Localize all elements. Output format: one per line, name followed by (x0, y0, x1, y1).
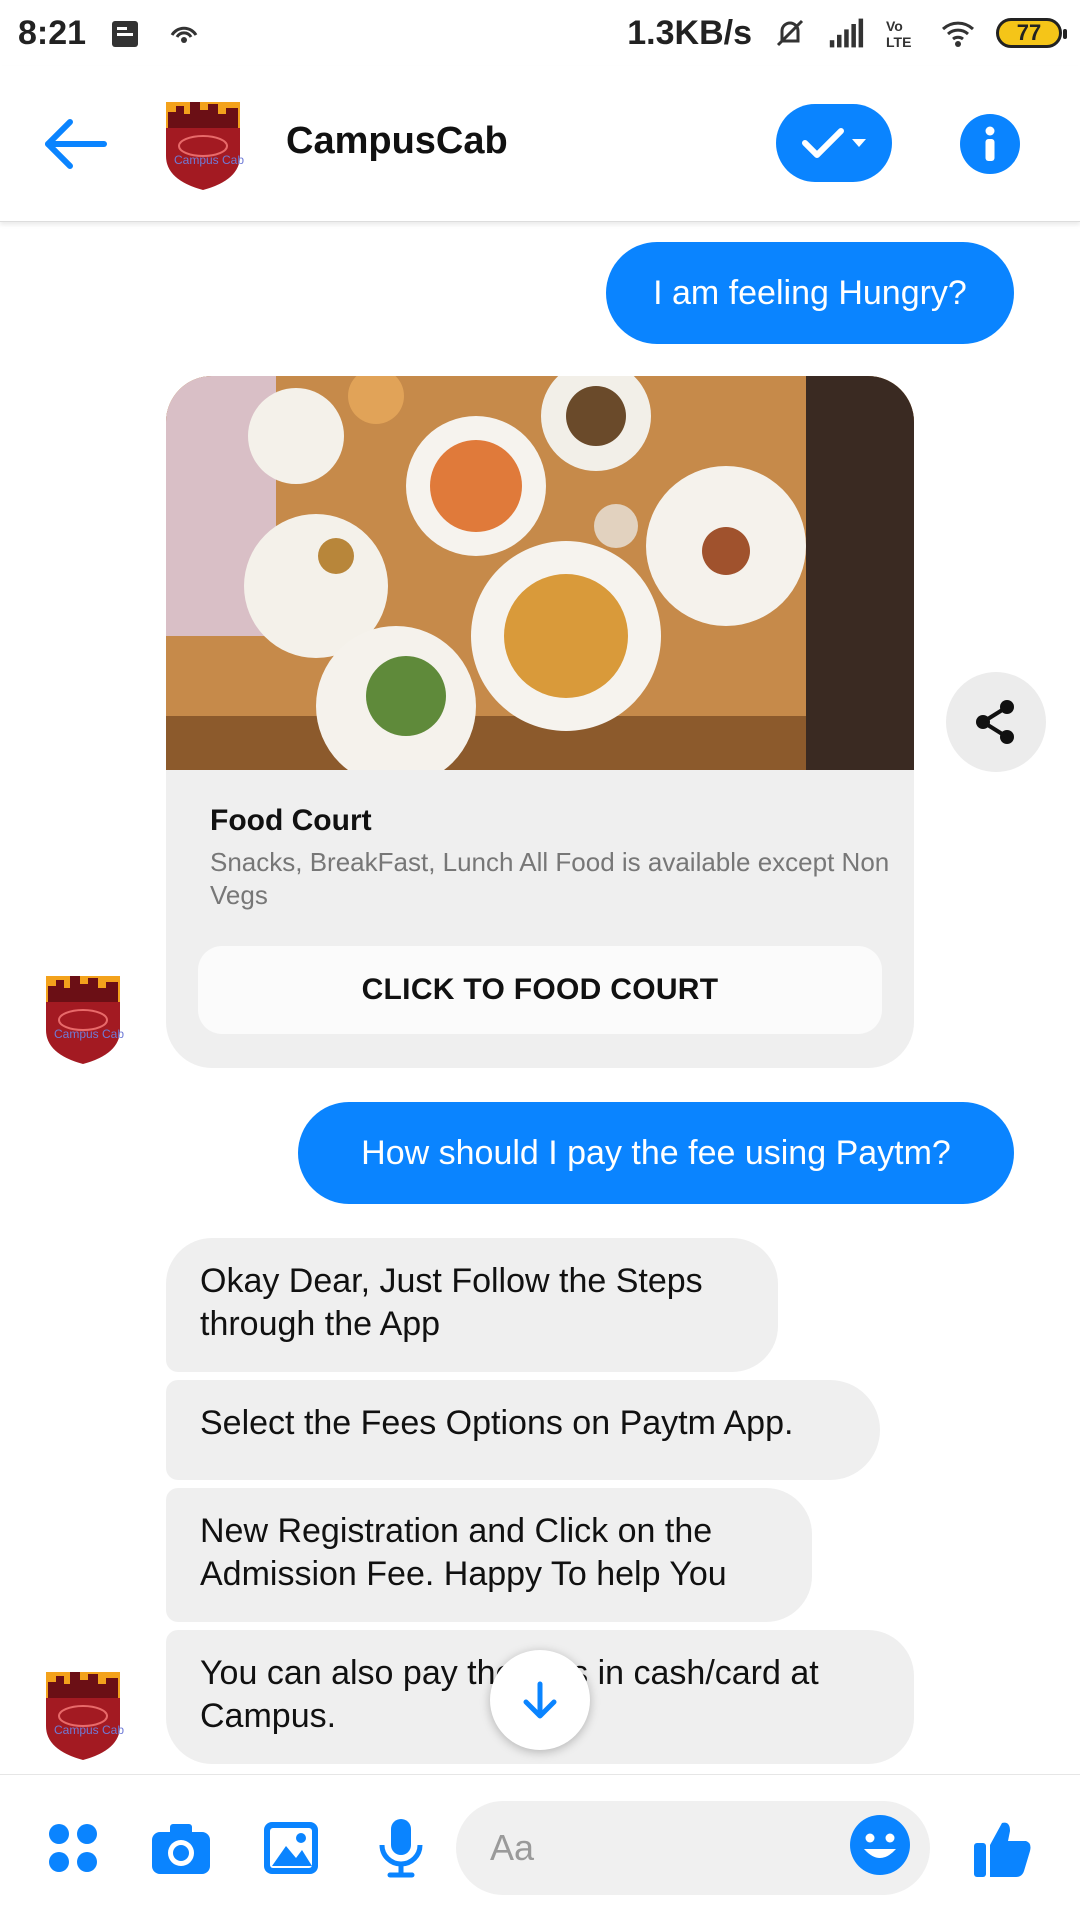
chat-title[interactable]: CampusCab (286, 120, 508, 163)
network-speed: 1.3KB/s (627, 13, 752, 52)
logo-text: Campus Cab (174, 153, 244, 167)
share-icon (976, 700, 1014, 744)
emoji-icon[interactable] (848, 1813, 912, 1877)
microphone-button[interactable] (368, 1815, 434, 1881)
food-image[interactable] (166, 376, 914, 770)
volte-icon: VoLTE (886, 18, 911, 50)
like-button[interactable] (970, 1815, 1036, 1881)
camera-icon (152, 1824, 210, 1874)
verified-dropdown-button[interactable] (776, 104, 892, 182)
wifi-icon (941, 21, 975, 47)
svg-text:LTE: LTE (886, 34, 911, 50)
incoming-message[interactable]: Select the Fees Options on Paytm App. (166, 1380, 880, 1480)
gallery-icon (264, 1822, 318, 1874)
food-court-card: Food Court Snacks, BreakFast, Lunch All … (166, 376, 914, 1068)
apps-button[interactable] (40, 1815, 106, 1881)
info-button[interactable] (960, 114, 1020, 174)
card-title: Food Court (210, 804, 372, 837)
back-arrow-icon[interactable] (40, 114, 110, 174)
hotspot-icon (170, 26, 198, 43)
checkmark-icon (802, 128, 844, 158)
share-button[interactable] (946, 672, 1046, 772)
notification-icon (112, 21, 139, 47)
incoming-message[interactable]: Okay Dear, Just Follow the Steps through… (166, 1238, 778, 1372)
outgoing-message[interactable]: I am feeling Hungry? (606, 242, 1014, 344)
info-icon (985, 126, 995, 161)
apps-icon (49, 1824, 97, 1872)
mute-icon (776, 19, 804, 47)
bot-avatar[interactable]: Campus Cab (40, 970, 126, 1066)
outgoing-message[interactable]: How should I pay the fee using Paytm? (298, 1102, 1014, 1204)
logo-text: Campus Cab (54, 1723, 124, 1737)
camera-button[interactable] (148, 1815, 214, 1881)
incoming-message[interactable]: New Registration and Click on the Admiss… (166, 1488, 812, 1622)
message-composer (0, 1774, 1080, 1920)
status-time: 8:21 (18, 13, 87, 52)
arrow-down-icon (523, 1681, 557, 1719)
signal-icon (829, 18, 864, 48)
card-subtitle: Snacks, BreakFast, Lunch All Food is ava… (210, 847, 890, 911)
microphone-icon (379, 1819, 423, 1878)
bot-avatar[interactable]: Campus Cab (40, 1666, 126, 1762)
status-bar: 8:21 1.3KB/s Vo LTE 77 (0, 0, 1080, 66)
chat-header: Campus Cab CampusCab (0, 66, 1080, 222)
chevron-down-icon (852, 139, 866, 147)
battery-icon: 77 (996, 18, 1067, 48)
logo-text: Campus Cab (54, 1027, 124, 1041)
svg-text:Vo: Vo (886, 18, 903, 34)
gallery-button[interactable] (258, 1815, 324, 1881)
food-court-button[interactable]: CLICK TO FOOD COURT (198, 946, 882, 1034)
campuscab-logo[interactable]: Campus Cab (160, 96, 246, 192)
thumbs-up-icon (974, 1822, 1031, 1877)
scroll-to-bottom-button[interactable] (490, 1650, 590, 1750)
